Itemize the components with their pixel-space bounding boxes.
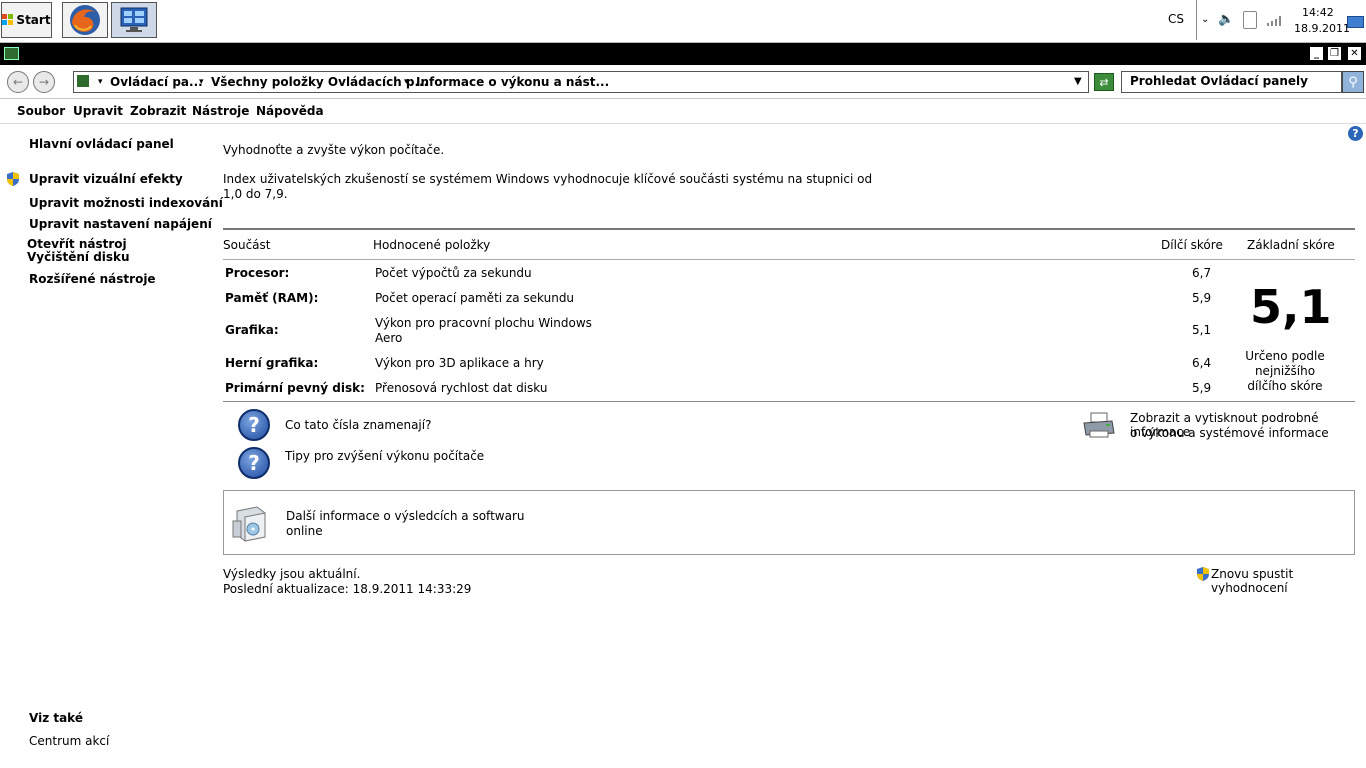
description-line-2: 1,0 do 7,9. [223, 187, 288, 201]
row-item-graphics: Výkon pro pracovní plochu Windows [375, 316, 592, 330]
sidebar-link-visual-effects[interactable]: Upravit vizuální efekty [29, 172, 183, 186]
breadcrumb-arrow-icon[interactable]: ▾ [98, 77, 103, 87]
status-up-to-date: Výsledky jsou aktuální. [223, 567, 361, 581]
taskbar-firefox-button[interactable] [62, 2, 108, 38]
breadcrumb-arrow-icon[interactable]: ▾ [404, 77, 409, 87]
clock-time[interactable]: 14:42 [1302, 6, 1334, 19]
menu-nastroje[interactable]: Nástroje [192, 104, 249, 118]
taskbar [0, 0, 1366, 43]
what-numbers-mean-link[interactable]: Co tato čísla znamenají? [285, 418, 431, 432]
refresh-button[interactable]: ⇄ [1094, 73, 1114, 91]
show-desktop-icon[interactable] [1347, 16, 1364, 28]
status-last-update: Poslední aktualizace: 18.9.2011 14:33:29 [223, 582, 472, 596]
row-score-memory: 5,9 [1192, 291, 1212, 305]
control-panel-icon [120, 7, 148, 32]
performance-tips-link[interactable]: Tipy pro zvýšení výkonu počítače [285, 449, 484, 463]
volume-icon[interactable]: 🔈 [1218, 12, 1234, 27]
sidebar-link-indexing[interactable]: Upravit možnosti indexování [29, 196, 223, 210]
sidebar-link-advanced-tools[interactable]: Rozšířené nástroje [29, 272, 156, 286]
see-also-title: Viz také [29, 711, 83, 725]
close-button[interactable]: ✕ [1347, 46, 1362, 61]
header-base-score: Základní skóre [1247, 238, 1335, 252]
base-score-note-2: nejnižšího [1254, 364, 1316, 378]
control-panel-small-icon [77, 75, 89, 87]
more-info-link-line-2[interactable]: online [286, 524, 323, 538]
description-line-1: Index uživatelských zkušeností se systém… [223, 172, 873, 186]
back-button[interactable]: ← [7, 71, 29, 93]
row-label-disk: Primární pevný disk: [225, 381, 365, 395]
help-icon[interactable]: ? [1348, 126, 1363, 141]
rerun-assessment-link[interactable]: Znovu spustit vyhodnocení [1211, 567, 1366, 595]
row-score-processor: 6,7 [1192, 266, 1212, 280]
menu-upravit[interactable]: Upravit [73, 104, 123, 118]
base-score-note-3: dílčího skóre [1247, 379, 1323, 393]
clock-date[interactable]: 18.9.2011 [1294, 22, 1350, 35]
base-score-note-1: Určeno podle [1245, 349, 1325, 363]
search-icon[interactable]: ⚲ [1342, 71, 1364, 93]
language-indicator[interactable]: CS [1168, 12, 1184, 26]
restore-button[interactable]: ❐ [1327, 46, 1342, 61]
row-score-graphics: 5,1 [1192, 323, 1212, 337]
header-rated-items: Hodnocené položky [373, 238, 491, 252]
menu-napoveda[interactable]: Nápověda [256, 104, 324, 118]
page-heading: Vyhodnoťte a zvyšte výkon počítače. [223, 143, 445, 157]
sidebar-link-disk-cleanup[interactable]: Otevřít nástroj Vyčištění disku [27, 238, 177, 264]
sidebar-link-power[interactable]: Upravit nastavení napájení [29, 217, 212, 231]
base-score-value: 5,1 [1250, 280, 1332, 334]
software-box-icon [232, 506, 266, 542]
row-item-processor: Počet výpočtů za sekundu [375, 266, 532, 280]
row-score-gaming-graphics: 6,4 [1192, 356, 1212, 370]
question-icon[interactable]: ? [238, 409, 270, 441]
row-label-processor: Procesor: [225, 266, 290, 280]
table-bottom-divider [223, 401, 1355, 402]
firefox-icon [70, 5, 100, 35]
power-icon[interactable] [1243, 11, 1257, 29]
row-item-gaming-graphics: Výkon pro 3D aplikace a hry [375, 356, 544, 370]
address-bar[interactable]: ▾ Ovládací pa... ▾ Všechny položky Ovlád… [73, 71, 1089, 93]
row-label-gaming-graphics: Herní grafika: [225, 356, 319, 370]
window-title: Informace o výkonu a nástroje [23, 46, 229, 60]
tray-chevron-icon[interactable]: ⌄ [1201, 14, 1209, 25]
sidebar-home-link[interactable]: Hlavní ovládací panel [29, 137, 174, 151]
table-top-divider [223, 228, 1355, 230]
row-item-graphics-line2: Aero [375, 331, 403, 345]
printer-icon[interactable] [1082, 411, 1116, 441]
print-details-link-line-2[interactable]: o výkonu a systémové informace [1130, 426, 1329, 440]
breadcrumb-item-1[interactable]: Ovládací pa... [110, 75, 203, 89]
uac-shield-icon [1197, 567, 1209, 581]
header-component: Součást [223, 238, 271, 252]
menu-zobrazit[interactable]: Zobrazit [130, 104, 186, 118]
windows-logo-icon [2, 14, 14, 25]
question-icon[interactable]: ? [238, 447, 270, 479]
row-item-disk: Přenosová rychlost dat disku [375, 381, 548, 395]
search-input[interactable]: Prohledat Ovládací panely [1121, 71, 1342, 93]
more-info-link-line-1[interactable]: Další informace o výsledcích a softwaru [286, 509, 524, 523]
window-icon [4, 47, 19, 60]
minimize-button[interactable]: _ [1309, 46, 1324, 61]
see-also-action-center-link[interactable]: Centrum akcí [29, 734, 109, 748]
start-button[interactable]: Start [1, 2, 52, 38]
address-dropdown-icon[interactable]: ▼ [1074, 76, 1082, 87]
breadcrumb-arrow-icon[interactable]: ▾ [199, 77, 204, 87]
row-label-graphics: Grafika: [225, 323, 279, 337]
header-subscore: Dílčí skóre [1161, 238, 1223, 252]
row-item-memory: Počet operací paměti za sekundu [375, 291, 575, 305]
uac-shield-icon [7, 172, 19, 186]
menu-soubor[interactable]: Soubor [17, 104, 65, 118]
breadcrumb-item-2[interactable]: Všechny položky Ovládacích p... [211, 75, 428, 89]
start-label: Start [16, 13, 51, 27]
forward-button[interactable]: → [33, 71, 55, 93]
table-header-divider [223, 259, 1355, 260]
taskbar-control-panel-button[interactable] [111, 2, 157, 38]
row-label-memory: Paměť (RAM): [225, 291, 319, 305]
breadcrumb-item-3[interactable]: Informace o výkonu a nást... [416, 75, 609, 89]
network-signal-icon[interactable] [1266, 13, 1284, 27]
row-score-disk: 5,9 [1192, 381, 1212, 395]
